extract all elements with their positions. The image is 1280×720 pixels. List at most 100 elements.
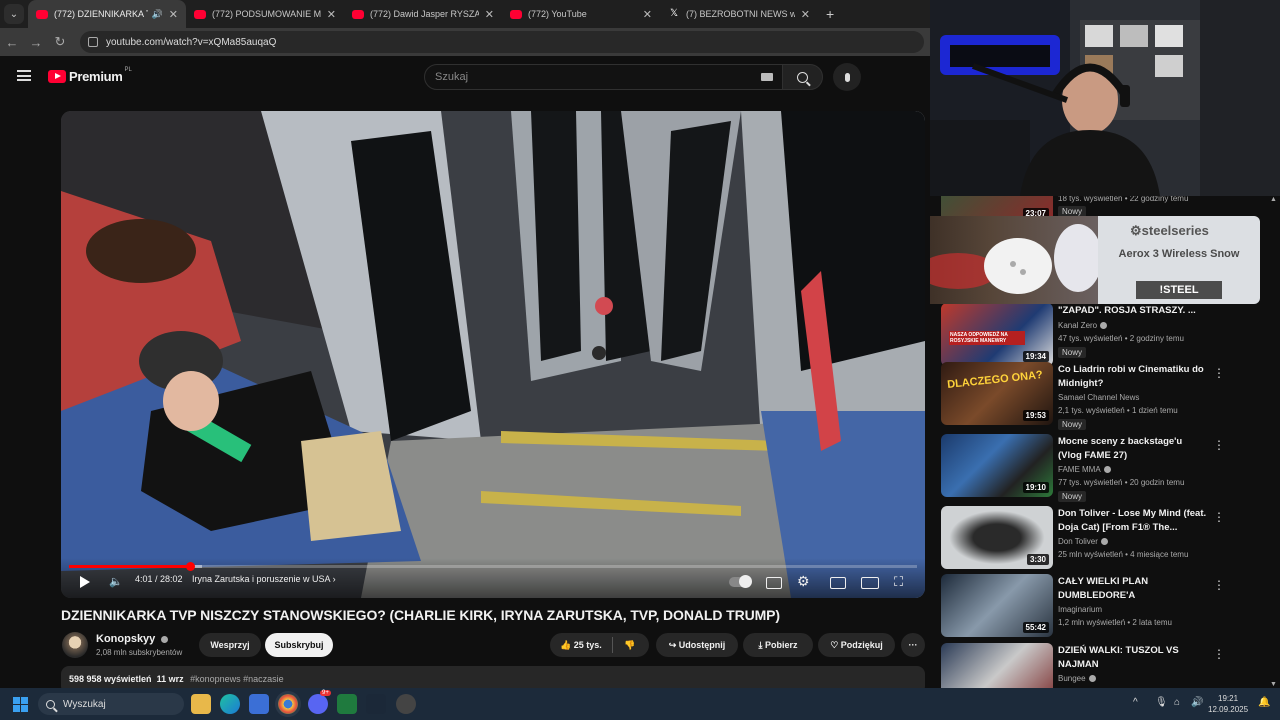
- edge-icon[interactable]: [220, 694, 240, 714]
- file-explorer-icon[interactable]: [191, 694, 211, 714]
- download-button[interactable]: ⤓ Pobierz: [743, 633, 813, 657]
- video-player[interactable]: 🔈 4:01 / 28:02 Iryna Zarutska i poruszen…: [61, 111, 925, 598]
- description-box[interactable]: 598 958 wyświetleń 11 wrz #konopnews #na…: [61, 666, 925, 688]
- recommended-video[interactable]: 3:30 Don Toliver - Lose My Mind (feat. D…: [941, 506, 1271, 570]
- video-thumbnail[interactable]: DLACZEGO ONA? 19:53: [941, 362, 1053, 425]
- excel-icon[interactable]: [337, 694, 357, 714]
- chapter-title[interactable]: Iryna Zarutska i poruszenie w USA ›: [192, 574, 336, 588]
- channel-name[interactable]: Kanal Zero: [1058, 321, 1108, 330]
- ad-cta[interactable]: !STEEL: [1136, 281, 1222, 299]
- close-tab-icon[interactable]: ✕: [169, 8, 178, 21]
- notification-bell-icon[interactable]: 🔔: [1258, 697, 1270, 708]
- theater-mode-icon[interactable]: [861, 577, 879, 589]
- youtube-page: Premium PL Szukaj 🔈 4:01 / 28:02 Iryna Z…: [0, 56, 930, 688]
- reload-icon[interactable]: ↻: [48, 34, 72, 50]
- scroll-up-icon[interactable]: ▲: [1270, 196, 1277, 203]
- voice-search-button[interactable]: [833, 63, 861, 91]
- search-button[interactable]: [782, 64, 823, 90]
- video-thumbnail[interactable]: 19:10: [941, 434, 1053, 497]
- channel-name[interactable]: Imaginarium: [1058, 605, 1102, 614]
- tray-chevron-icon[interactable]: ^: [1133, 697, 1138, 708]
- windows-start-icon[interactable]: [13, 697, 28, 712]
- miniplayer-icon[interactable]: [830, 577, 846, 589]
- close-tab-icon[interactable]: ✕: [643, 8, 652, 21]
- taskbar-search[interactable]: Wyszukaj: [38, 693, 184, 715]
- menu-icon[interactable]: [17, 70, 31, 81]
- address-bar[interactable]: youtube.com/watch?v=xQMa85auqaQ: [80, 31, 924, 53]
- fullscreen-icon[interactable]: ⛶: [894, 574, 903, 590]
- channel-name[interactable]: Don Toliver: [1058, 537, 1108, 546]
- youtube-logo[interactable]: Premium PL: [48, 67, 132, 84]
- duration-badge: 19:34: [1022, 351, 1049, 362]
- more-options-icon[interactable]: ⋮: [1213, 438, 1225, 452]
- more-options-icon[interactable]: ⋮: [1213, 366, 1225, 380]
- share-label: Udostępnij: [678, 640, 726, 650]
- back-arrow-icon[interactable]: ←: [0, 35, 24, 50]
- more-actions-icon[interactable]: ···: [901, 633, 925, 657]
- microphone-tray-icon[interactable]: 🎙: [1155, 697, 1168, 708]
- thanks-button[interactable]: ♡ Podziękuj: [818, 633, 895, 657]
- support-button[interactable]: Wesprzyj: [199, 633, 261, 657]
- channel-avatar[interactable]: [62, 632, 88, 658]
- recommended-video[interactable]: NASZA ODPOWIEDŹ NA ROSYJSKIE MANEWRY 19:…: [941, 303, 1271, 367]
- sponsor-banner[interactable]: ⚙steelseries Aerox 3 Wireless Snow !STEE…: [930, 216, 1260, 304]
- video-thumbnail[interactable]: 3:30: [941, 506, 1053, 569]
- browser-tab[interactable]: (772) PODSUMOWANIE MIESIĄ ✕: [186, 0, 344, 28]
- obs-icon[interactable]: [396, 694, 416, 714]
- share-button[interactable]: ↪ Udostępnij: [656, 633, 738, 657]
- recommended-video[interactable]: DZIEŃ WALKI: TUSZOL VS NAJMAN Bungee ⋮: [941, 643, 1271, 688]
- taskbar: Wyszukaj 9+ ^ 🎙 ⌂ 🔊 19:21 12.09.2025 🔔: [0, 688, 1280, 720]
- scrollbar[interactable]: ▲ ▼: [1268, 196, 1280, 688]
- system-clock[interactable]: 19:21 12.09.2025: [1208, 693, 1248, 715]
- new-badge: Nowy: [1058, 419, 1087, 430]
- site-info-icon[interactable]: [88, 37, 98, 47]
- subscribe-button[interactable]: Subskrybuj: [265, 633, 333, 657]
- video-meta: 1,2 mln wyświetleń • 2 lata temu: [1058, 618, 1172, 627]
- keyboard-icon[interactable]: [761, 73, 773, 81]
- recommended-video[interactable]: DLACZEGO ONA? 19:53 Co Liadrin robi w Ci…: [941, 362, 1271, 430]
- close-tab-icon[interactable]: ✕: [327, 8, 336, 21]
- steam-icon[interactable]: [366, 694, 386, 714]
- network-icon[interactable]: ⌂: [1174, 697, 1180, 708]
- tab-search-button[interactable]: ⌄: [4, 4, 24, 24]
- progress-bar[interactable]: [69, 562, 917, 571]
- channel-name[interactable]: Bungee: [1058, 674, 1096, 683]
- speaker-icon[interactable]: 🔊: [152, 9, 163, 20]
- discord-icon[interactable]: 9+: [308, 690, 331, 714]
- play-icon[interactable]: [80, 576, 90, 588]
- hashtags[interactable]: #konopnews #naczasie: [190, 674, 284, 684]
- close-tab-icon[interactable]: ✕: [801, 8, 810, 21]
- browser-tab[interactable]: (772) Dawid Jasper RYSZARD S ✕: [344, 0, 502, 28]
- more-options-icon[interactable]: ⋮: [1213, 510, 1225, 524]
- thumbnail-caption: NASZA ODPOWIEDŹ NA ROSYJSKIE MANEWRY: [949, 331, 1025, 345]
- autoplay-toggle[interactable]: [729, 575, 752, 588]
- scroll-down-icon[interactable]: ▼: [1270, 681, 1277, 688]
- recommended-video[interactable]: 55:42 CAŁY WIELKI PLAN DUMBLEDORE'A Imag…: [941, 574, 1271, 638]
- store-icon[interactable]: [249, 694, 269, 714]
- subtitles-icon[interactable]: [766, 577, 782, 589]
- scrubber-handle[interactable]: [186, 562, 195, 571]
- volume-icon[interactable]: 🔈: [109, 575, 123, 589]
- forward-arrow-icon[interactable]: →: [24, 35, 48, 50]
- channel-name[interactable]: Konopskyy: [96, 633, 169, 645]
- like-button[interactable]: 👍 25 tys.: [560, 640, 602, 651]
- more-options-icon[interactable]: ⋮: [1213, 578, 1225, 592]
- browser-tab[interactable]: (772) YouTube ✕: [502, 0, 660, 28]
- more-options-icon[interactable]: ⋮: [1213, 647, 1225, 661]
- recommended-video[interactable]: 19:10 Mocne sceny z backstage'u (Vlog FA…: [941, 434, 1271, 502]
- video-thumbnail[interactable]: [941, 643, 1053, 688]
- settings-gear-icon[interactable]: ⚙: [797, 573, 810, 590]
- video-thumbnail[interactable]: NASZA ODPOWIEDŹ NA ROSYJSKIE MANEWRY 19:…: [941, 303, 1053, 366]
- ad-brand-text: steelseries: [1141, 223, 1209, 238]
- chrome-icon[interactable]: [278, 694, 298, 714]
- new-tab-icon[interactable]: +: [818, 6, 842, 22]
- search-input[interactable]: Szukaj: [424, 64, 786, 90]
- dislike-icon[interactable]: 👎: [624, 640, 635, 651]
- channel-name[interactable]: FAME MMA: [1058, 465, 1111, 474]
- video-thumbnail[interactable]: 55:42: [941, 574, 1053, 637]
- volume-tray-icon[interactable]: 🔊: [1191, 697, 1203, 708]
- browser-tab[interactable]: (772) DZIENNIKARKA TVP N 🔊 ✕: [28, 0, 186, 28]
- channel-name[interactable]: Samael Channel News: [1058, 393, 1139, 402]
- close-tab-icon[interactable]: ✕: [485, 8, 494, 21]
- browser-tab[interactable]: 𝕏 (7) BEZROBOTNI NEWS w serwi ✕: [660, 0, 818, 28]
